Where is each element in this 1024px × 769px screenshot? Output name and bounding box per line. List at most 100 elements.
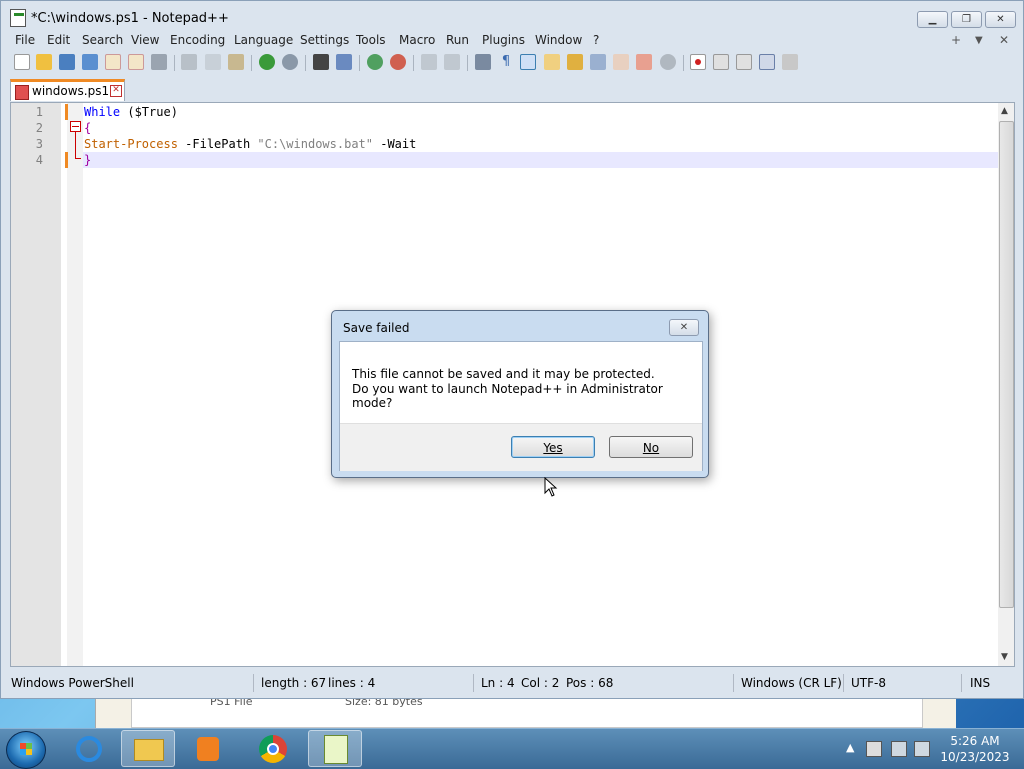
- minimize-button[interactable]: ▁: [917, 11, 948, 28]
- sync-horizontal-icon[interactable]: [444, 54, 460, 70]
- dialog-message-line-2: Do you want to launch Notepad++ in Admin…: [352, 382, 663, 410]
- document-list-icon[interactable]: [590, 54, 606, 70]
- menu-window[interactable]: Window: [535, 33, 582, 47]
- record-macro-icon[interactable]: [690, 54, 706, 70]
- dialog-message-line-1: This file cannot be saved and it may be …: [352, 367, 655, 381]
- notepadpp-app-icon[interactable]: [10, 9, 26, 27]
- word-wrap-icon[interactable]: [475, 54, 491, 70]
- undo-icon[interactable]: [259, 54, 275, 70]
- taskbar: ▲ 5:26 AM 10/23/2023: [0, 728, 1024, 769]
- define-language-icon[interactable]: [544, 54, 560, 70]
- string-token: "C:\windows.bat": [257, 137, 373, 151]
- menu-view[interactable]: View: [131, 33, 159, 47]
- redo-icon[interactable]: [282, 54, 298, 70]
- code-token: -Wait: [373, 137, 417, 151]
- scroll-thumb[interactable]: [999, 121, 1014, 608]
- stop-macro-icon[interactable]: [713, 54, 729, 70]
- toolbar-separator: [305, 55, 306, 71]
- clock[interactable]: 5:26 AM 10/23/2023: [935, 733, 1015, 765]
- function-list-icon[interactable]: [613, 54, 629, 70]
- toolbar-separator: [174, 55, 175, 71]
- taskbar-internet-explorer[interactable]: [63, 730, 117, 767]
- keyword-token: While: [84, 105, 121, 119]
- status-separator: [961, 674, 962, 692]
- taskbar-chrome[interactable]: [248, 730, 302, 767]
- cut-icon[interactable]: [181, 54, 197, 70]
- menu-encoding[interactable]: Encoding: [170, 33, 225, 47]
- sync-vertical-icon[interactable]: [421, 54, 437, 70]
- indent-guide-icon[interactable]: [520, 54, 536, 70]
- taskbar-file-explorer[interactable]: [121, 730, 175, 767]
- restore-button[interactable]: ❐: [951, 11, 982, 28]
- save-all-icon[interactable]: [82, 54, 98, 70]
- run-macro-multiple-icon[interactable]: [759, 54, 775, 70]
- print-icon[interactable]: [151, 54, 167, 70]
- new-tab-plus-icon[interactable]: +: [951, 33, 961, 47]
- title-bar[interactable]: *C:\windows.ps1 - Notepad++ ▁ ❐ ✕: [1, 1, 1023, 33]
- code-line-1: While ($True): [84, 105, 178, 119]
- tab-windows-ps1[interactable]: windows.ps1 ✕: [10, 79, 125, 101]
- save-icon[interactable]: [59, 54, 75, 70]
- internet-explorer-icon: [76, 736, 102, 762]
- dialog-close-button[interactable]: ✕: [669, 319, 699, 336]
- code-token: -FilePath: [177, 137, 258, 151]
- show-all-characters-icon[interactable]: ¶: [498, 54, 514, 70]
- copy-icon[interactable]: [205, 54, 221, 70]
- mouse-pointer-icon: [544, 477, 558, 497]
- menu-tools[interactable]: Tools: [356, 33, 386, 47]
- toolbar-separator: [683, 55, 684, 71]
- menu-edit[interactable]: Edit: [47, 33, 70, 47]
- line-number: 4: [35, 153, 43, 167]
- brace-token: }: [84, 153, 92, 167]
- save-macro-icon[interactable]: [782, 54, 798, 70]
- replace-icon[interactable]: [336, 54, 352, 70]
- unsaved-file-icon: [15, 85, 29, 100]
- close-file-icon[interactable]: [105, 54, 121, 70]
- menu-plugins[interactable]: Plugins: [482, 33, 525, 47]
- show-hidden-icons-icon[interactable]: ▲: [846, 741, 854, 754]
- menu-file[interactable]: File: [15, 33, 35, 47]
- menu-search[interactable]: Search: [82, 33, 123, 47]
- status-eol: Windows (CR LF): [741, 676, 842, 690]
- menu-settings[interactable]: Settings: [300, 33, 349, 47]
- close-all-icon[interactable]: [128, 54, 144, 70]
- status-separator: [733, 674, 734, 692]
- menu-help[interactable]: ?: [593, 33, 599, 47]
- tab-close-icon[interactable]: ✕: [110, 85, 122, 97]
- menu-language[interactable]: Language: [234, 33, 293, 47]
- clock-date: 10/23/2023: [940, 750, 1010, 764]
- monitoring-eye-icon[interactable]: [660, 54, 676, 70]
- volume-muted-icon[interactable]: [914, 741, 930, 757]
- taskbar-notepadpp[interactable]: [308, 730, 362, 767]
- window-title: *C:\windows.ps1 - Notepad++: [31, 11, 229, 26]
- toolbar-separator: [413, 55, 414, 71]
- vertical-scrollbar[interactable]: ▲ ▼: [998, 103, 1014, 666]
- zoom-out-icon[interactable]: [390, 54, 406, 70]
- document-map-icon[interactable]: [567, 54, 583, 70]
- code-token: ($True): [120, 105, 178, 119]
- tab-list-dropdown-icon[interactable]: ▼: [975, 35, 983, 46]
- dialog-button-area: Yes No: [340, 423, 702, 471]
- folder-as-workspace-icon[interactable]: [636, 54, 652, 70]
- no-button[interactable]: No: [609, 436, 693, 458]
- fold-end: [75, 158, 81, 159]
- menu-run[interactable]: Run: [446, 33, 469, 47]
- change-marker: [65, 104, 68, 120]
- fold-collapse-icon[interactable]: [70, 121, 81, 132]
- start-button[interactable]: [6, 731, 46, 769]
- close-button[interactable]: ✕: [985, 11, 1016, 28]
- paste-icon[interactable]: [228, 54, 244, 70]
- taskbar-media-player[interactable]: [182, 730, 236, 767]
- open-file-icon[interactable]: [36, 54, 52, 70]
- new-file-icon[interactable]: [14, 54, 30, 70]
- play-macro-icon[interactable]: [736, 54, 752, 70]
- zoom-in-icon[interactable]: [367, 54, 383, 70]
- network-icon[interactable]: [891, 741, 907, 757]
- menu-macro[interactable]: Macro: [399, 33, 435, 47]
- find-icon[interactable]: [313, 54, 329, 70]
- action-center-flag-icon[interactable]: [866, 741, 882, 757]
- scroll-down-icon[interactable]: ▼: [1001, 652, 1008, 662]
- close-tab-icon[interactable]: ✕: [999, 33, 1009, 47]
- scroll-up-icon[interactable]: ▲: [1001, 106, 1008, 116]
- yes-button[interactable]: Yes: [511, 436, 595, 458]
